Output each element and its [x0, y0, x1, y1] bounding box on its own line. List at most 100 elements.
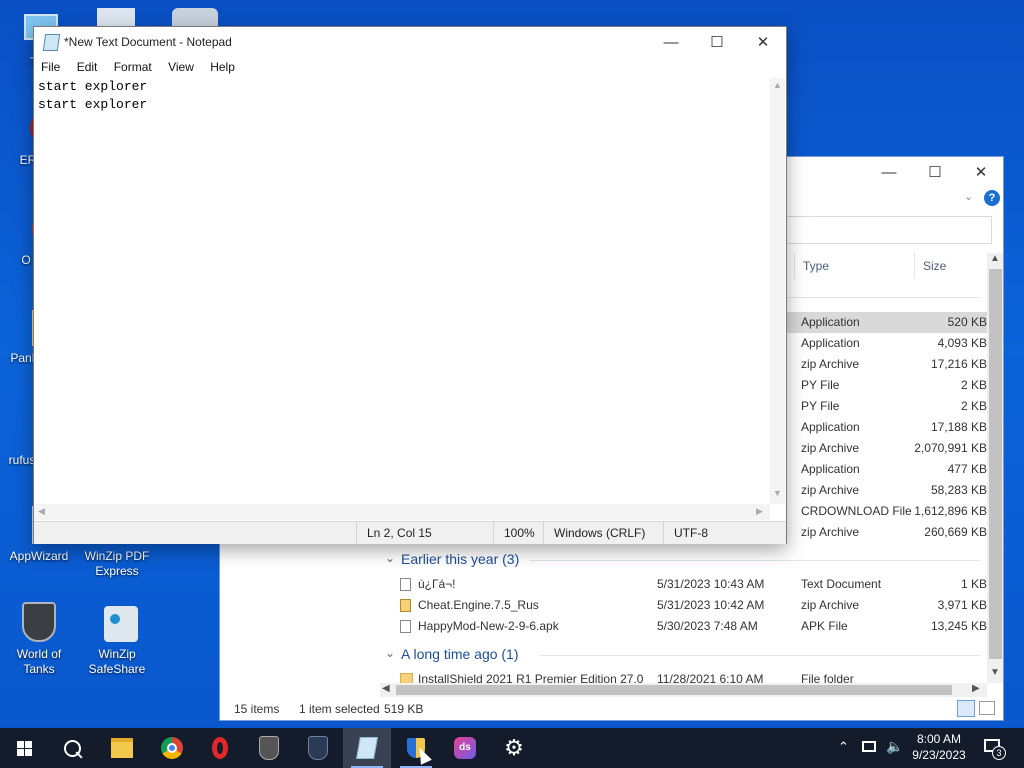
file-date: 5/31/2023 10:42 AM [657, 598, 765, 612]
file-name: HappyMod-New-2-9-6.apk [418, 619, 559, 633]
header-divider [780, 297, 980, 298]
file-type: Application [801, 462, 860, 476]
table-row[interactable]: InstallShield 2021 R1 Premier Edition 27… [220, 669, 1003, 683]
notification-center-button[interactable]: 3 [978, 736, 1010, 760]
notepad-icon [356, 737, 378, 759]
scroll-up-icon[interactable]: ▲ [773, 80, 782, 90]
file-type: zip Archive [801, 525, 860, 539]
chevron-down-icon[interactable]: ⌄ [964, 190, 973, 203]
file-type: Application [801, 315, 860, 329]
vertical-scrollbar[interactable]: ▲ ▼ [770, 78, 785, 504]
file-date: 5/30/2023 7:48 AM [657, 619, 758, 633]
clock-date: 9/23/2023 [912, 748, 966, 762]
chevron-up-icon[interactable]: ⌃ [838, 739, 849, 755]
minimize-button[interactable]: — [648, 27, 694, 57]
close-button[interactable]: ✕ [740, 27, 786, 57]
menu-help[interactable]: Help [210, 60, 235, 74]
scroll-down-icon[interactable]: ▼ [773, 488, 782, 498]
desktop-icon-world-of-tanks[interactable]: World of Tanks [2, 602, 76, 677]
help-icon[interactable]: ? [984, 190, 1000, 206]
menu-view[interactable]: View [168, 60, 194, 74]
taskbar-world-of-tanks[interactable] [245, 728, 293, 768]
scrollbar-thumb[interactable] [396, 685, 952, 695]
search-icon [63, 739, 83, 759]
desktop-icon-label: WinZip PDF Express [84, 549, 150, 578]
chevron-down-icon[interactable]: ⌄ [385, 551, 395, 565]
gear-icon: ⚙ [504, 735, 524, 760]
notepad-title-bar[interactable]: *New Text Document - Notepad — ☐ ✕ [34, 27, 786, 57]
group-header-long-ago[interactable]: A long time ago (1) [401, 643, 519, 665]
chevron-down-icon[interactable]: ⌄ [385, 646, 395, 660]
column-header-label: Type [803, 259, 830, 273]
large-icons-view-icon[interactable] [979, 701, 995, 715]
scroll-right-icon[interactable]: ▶ [756, 506, 763, 517]
zip-file-icon [400, 599, 411, 612]
taskbar-chrome[interactable] [148, 728, 196, 768]
horizontal-scrollbar[interactable]: ◀ ▶ [380, 683, 987, 697]
scroll-down-icon[interactable]: ▼ [990, 667, 1000, 678]
world-of-tanks-icon [18, 602, 60, 644]
horizontal-scrollbar[interactable]: ◀ ▶ [34, 504, 770, 520]
vertical-scrollbar[interactable]: ▲ ▼ [987, 253, 1003, 683]
scrollbar-thumb[interactable] [989, 269, 1002, 659]
desktop-icon-partial[interactable] [97, 8, 135, 28]
windows-icon [16, 740, 32, 756]
file-size: 2,070,991 KB [914, 441, 987, 455]
file-type: Application [801, 336, 860, 350]
taskbar-opera[interactable] [196, 728, 244, 768]
cursor-position: Ln 2, Col 15 [356, 522, 491, 544]
taskbar: ds ⚙ ⌃ 🔈 8:00 AM 9/23/2023 3 [0, 728, 1024, 768]
text-editor[interactable]: start explorer start explorer [38, 78, 768, 498]
file-size: 58,283 KB [930, 483, 987, 497]
file-type: PY File [801, 399, 840, 413]
volume-muted-icon[interactable]: 🔈 [886, 738, 903, 755]
ds-app-icon: ds [454, 737, 476, 759]
search-button[interactable] [48, 728, 96, 768]
notepad-status-bar: Ln 2, Col 15 100% Windows (CRLF) UTF-8 [34, 521, 786, 544]
table-row[interactable]: Cheat.Engine.7.5_Rus 5/31/2023 10:42 AM … [220, 595, 1003, 616]
file-size: 2 KB [960, 378, 987, 392]
taskbar-notepad[interactable] [343, 728, 391, 768]
file-type: zip Archive [801, 441, 860, 455]
table-row[interactable]: ù¿Гá¬! 5/31/2023 10:43 AM Text Document … [220, 574, 1003, 595]
scroll-left-icon[interactable]: ◀ [382, 683, 390, 694]
taskbar-settings[interactable]: ⚙ [490, 728, 538, 768]
scroll-right-icon[interactable]: ▶ [972, 683, 980, 694]
maximize-button[interactable]: ☐ [694, 27, 740, 57]
details-view-icon[interactable] [957, 700, 975, 717]
file-type: Text Document [801, 577, 882, 591]
start-button[interactable] [0, 728, 48, 768]
file-size: 1 KB [960, 577, 987, 591]
file-size: 477 KB [947, 462, 987, 476]
column-header-size[interactable]: Size [914, 253, 983, 279]
menu-edit[interactable]: Edit [77, 60, 98, 74]
notepad-window[interactable]: *New Text Document - Notepad — ☐ ✕ File … [33, 26, 787, 544]
chrome-icon [161, 737, 183, 759]
maximize-button[interactable]: ☐ [912, 157, 958, 187]
scroll-up-icon[interactable]: ▲ [990, 253, 1000, 264]
file-size: 520 KB [947, 315, 987, 329]
file-size: 4,093 KB [937, 336, 987, 350]
minimize-button[interactable]: — [866, 157, 912, 187]
taskbar-file-explorer[interactable] [98, 728, 146, 768]
file-type: CRDOWNLOAD File [801, 504, 912, 518]
desktop-icon-winzip-safeshare[interactable]: WinZip SafeShare [80, 602, 154, 677]
group-header-earlier[interactable]: Earlier this year (3) [401, 548, 519, 570]
column-header-type[interactable]: Type [794, 253, 913, 279]
desktop-icon-partial[interactable] [172, 8, 218, 28]
table-row[interactable]: HappyMod-New-2-9-6.apk 5/30/2023 7:48 AM… [220, 616, 1003, 637]
menu-format[interactable]: Format [114, 60, 152, 74]
taskbar-ds-app[interactable]: ds [441, 728, 489, 768]
scroll-left-icon[interactable]: ◀ [38, 506, 45, 517]
column-header-label: Size [923, 259, 947, 273]
window-title: *New Text Document - Notepad [64, 35, 232, 49]
taskbar-world-of-warships[interactable] [294, 728, 342, 768]
close-button[interactable]: ✕ [958, 157, 1003, 187]
menu-file[interactable]: File [41, 60, 60, 74]
file-name: ù¿Гá¬! [418, 577, 456, 591]
world-of-warships-icon [308, 736, 328, 760]
search-box[interactable] [780, 216, 992, 244]
clock[interactable]: 8:00 AM 9/23/2023 [908, 731, 970, 763]
folder-icon [400, 673, 413, 683]
network-icon[interactable] [862, 741, 876, 752]
